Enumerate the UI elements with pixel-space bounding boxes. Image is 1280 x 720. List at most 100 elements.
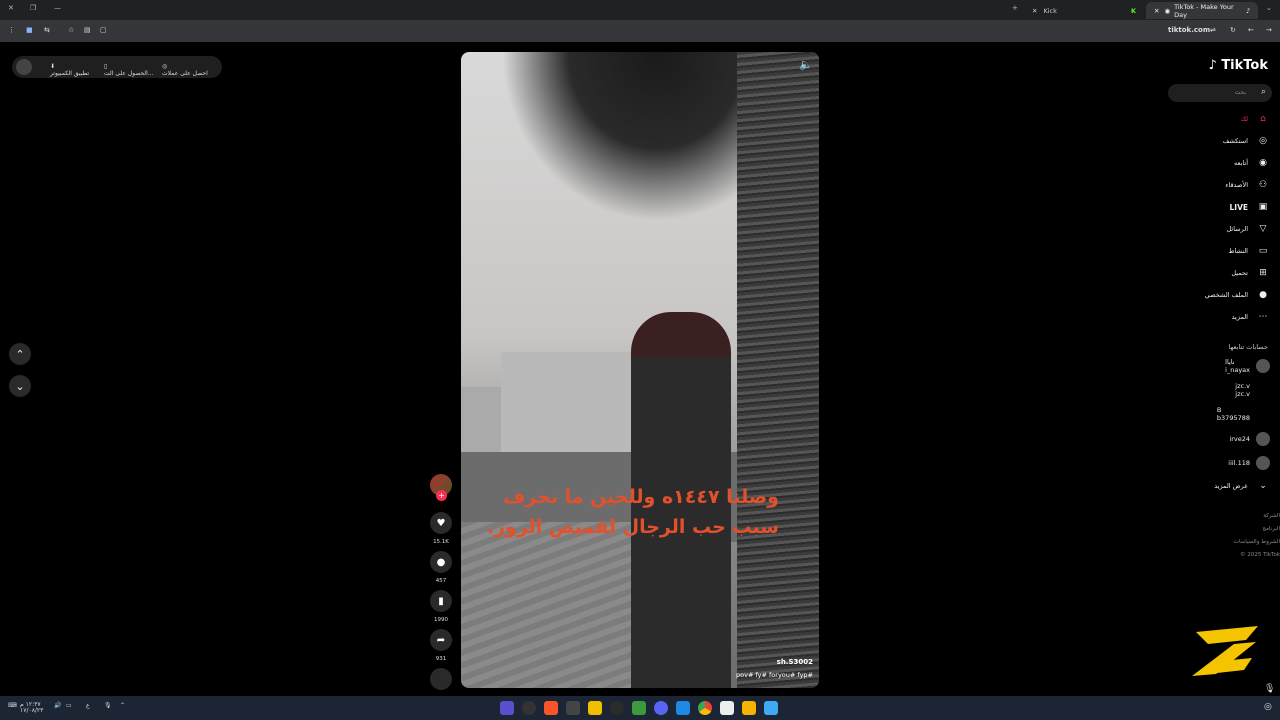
screenshot-icon[interactable]: ▢ — [100, 26, 107, 34]
share-action[interactable]: ➦ 931 — [428, 629, 454, 662]
back-icon[interactable]: ← — [1248, 26, 1254, 34]
follow-plus-icon[interactable]: + — [436, 490, 447, 501]
upload-icon: ⊞ — [1259, 268, 1267, 278]
comment-action[interactable]: ● 457 — [428, 551, 454, 584]
volume-icon[interactable]: 🔈 — [799, 58, 813, 71]
caption-line: وصلنا ١٤٤٧ه وللحين ما نحرف — [503, 486, 779, 508]
save-action[interactable]: ▮ 1990 — [428, 590, 454, 623]
mic-icon[interactable]: 🎙 — [1264, 684, 1275, 694]
video-player[interactable]: وصلنا ١٤٤٧ه وللحين ما نحرف سبب حب الرجال… — [461, 52, 819, 688]
sidebar-item-live[interactable]: ▣ LIVE — [1230, 200, 1271, 214]
brave-browser-icon[interactable] — [544, 701, 558, 715]
mic-icon[interactable]: 🎙 — [104, 702, 112, 709]
sidebar-item-explore[interactable]: ◎ استكشف — [1223, 134, 1270, 148]
comment-icon[interactable]: ● — [430, 551, 452, 573]
see-more-link[interactable]: ⌄ عرض المزيد — [1214, 479, 1270, 493]
creator-avatar[interactable]: + — [430, 474, 452, 501]
avatar[interactable] — [16, 59, 32, 75]
sidebar-item-for-you[interactable]: ⌂ لك — [1241, 112, 1270, 126]
bookmark-star-icon[interactable]: ☆ — [68, 26, 74, 34]
reload-icon[interactable]: ↻ — [1230, 26, 1236, 34]
bookmark-icon[interactable]: ▮ — [430, 590, 452, 612]
following-account[interactable]: iiil.118 — [1228, 456, 1270, 470]
following-account[interactable]: Bb3795788 — [1217, 406, 1270, 422]
more-icon: ⋯ — [1258, 312, 1268, 322]
tab-search-icon[interactable]: ⌄ — [1266, 4, 1272, 12]
app-icon[interactable] — [566, 701, 580, 715]
app-icon[interactable] — [522, 701, 536, 715]
sidebar-item-upload[interactable]: ⊞ تحميل — [1231, 266, 1270, 280]
clock[interactable]: ١٢:٣٧ م ١٧/٠٨/٢٣ — [20, 702, 43, 714]
network-icon[interactable]: ⌨ — [8, 702, 17, 709]
new-tab-icon[interactable]: + — [1012, 4, 1018, 12]
get-coins-button[interactable]: احصل على عملات ◎ — [162, 63, 208, 77]
app-icon[interactable] — [500, 701, 514, 715]
chrome-icon[interactable] — [698, 701, 712, 715]
profile-icon: ● — [1259, 290, 1267, 300]
chevron-up-icon[interactable]: ⌃ — [120, 702, 125, 709]
url-text[interactable]: tiktok.com — [1168, 26, 1210, 34]
following-account[interactable]: ناياا i_nayax — [1225, 358, 1270, 374]
app-icon[interactable] — [610, 701, 624, 715]
tab-close-icon[interactable]: ✕ — [1032, 7, 1037, 15]
sidebar-item-messages[interactable]: ▽ الرسائل — [1226, 222, 1270, 236]
tab-tiktok[interactable]: ✕ ◉ TikTok - Make Your Day ♪ — [1146, 2, 1258, 19]
windows-start-icon[interactable] — [764, 701, 778, 715]
compass-icon: ◎ — [1259, 136, 1267, 146]
display-icon[interactable]: ▭ — [66, 702, 72, 709]
extension-icon[interactable]: ■ — [26, 26, 33, 34]
footer-link[interactable]: الشروط والسياسات — [1234, 539, 1280, 545]
avatar — [1256, 407, 1270, 421]
avatar — [1256, 432, 1270, 446]
sidebar-item-following[interactable]: ◉ أتابعه — [1234, 156, 1270, 170]
sidebar-item-friends[interactable]: ⚇ الأصدقاء — [1225, 178, 1270, 192]
following-account[interactable]: jzc.v jzc.v — [1235, 382, 1270, 398]
site-settings-icon[interactable]: ⇌ — [1210, 26, 1216, 34]
app-icon[interactable] — [588, 701, 602, 715]
friends-icon: ⚇ — [1258, 180, 1268, 190]
following-icon: ◉ — [1259, 158, 1267, 168]
desktop-app-button[interactable]: تطبيق الكمبيوتر ⬇ — [50, 63, 89, 77]
next-video-button[interactable]: ⌄ — [9, 375, 31, 397]
tiktok-logo[interactable]: ♪ TikTok — [1208, 58, 1268, 73]
translate-icon[interactable]: ⇆ — [44, 26, 50, 34]
language-indicator[interactable]: ع — [86, 702, 90, 709]
tab-kick[interactable]: ✕ Kick K — [1024, 2, 1144, 19]
music-disc-icon[interactable] — [430, 668, 452, 690]
minimize-window-icon[interactable]: — — [54, 4, 61, 12]
heart-icon[interactable]: ♥ — [430, 512, 452, 534]
notifications-icon[interactable]: ◎ — [1264, 702, 1272, 712]
sidebar-item-activity[interactable]: ▭ النشاط — [1228, 244, 1270, 258]
sidebar: ♪ TikTok بحث ⌕ ⌂ لك ◎ استكشف ◉ أتابعه ⚇ الأص… — [1160, 52, 1280, 572]
app-icon[interactable] — [632, 701, 646, 715]
sidebar-item-profile[interactable]: ● الملف الشخصي — [1205, 288, 1270, 302]
file-explorer-icon[interactable] — [742, 701, 756, 715]
messages-icon: ▽ — [1259, 224, 1267, 234]
sidebar-item-more[interactable]: ⋯ المزيد — [1232, 310, 1270, 324]
search-icon[interactable]: ⌕ — [1261, 87, 1266, 97]
footer-link[interactable]: البرنامج — [1262, 526, 1280, 532]
footer-link[interactable]: الشركة — [1263, 513, 1280, 519]
music-disc[interactable] — [428, 668, 454, 690]
menu-icon[interactable]: ⋮ — [8, 26, 15, 34]
restore-window-icon[interactable]: ❐ — [30, 4, 36, 12]
app-icon[interactable] — [720, 701, 734, 715]
like-action[interactable]: ♥ 15.1K — [428, 512, 454, 545]
video-scene-palm-trunk — [737, 52, 819, 688]
app-icon[interactable] — [676, 701, 690, 715]
forward-icon[interactable]: → — [1266, 26, 1272, 34]
reader-icon[interactable]: ▤ — [84, 26, 91, 34]
following-account[interactable]: irve24 — [1229, 432, 1270, 446]
video-hashtags[interactable]: pov# fy# foryou# fyp# — [736, 671, 813, 679]
previous-video-button[interactable]: ⌃ — [9, 343, 31, 365]
chevron-down-icon: ⌄ — [15, 379, 25, 393]
volume-icon[interactable]: 🔊 — [54, 702, 61, 709]
search-input[interactable]: بحث ⌕ — [1168, 84, 1272, 102]
search-placeholder: بحث — [1234, 89, 1246, 96]
video-author[interactable]: sh.S3002 — [777, 658, 813, 666]
discord-icon[interactable] — [654, 701, 668, 715]
get-app-button[interactable]: الحصول على الت... ▯ — [104, 63, 154, 77]
share-icon[interactable]: ➦ — [430, 629, 452, 651]
tab-close-icon[interactable]: ✕ — [1154, 7, 1159, 15]
close-window-icon[interactable]: ✕ — [8, 4, 14, 12]
